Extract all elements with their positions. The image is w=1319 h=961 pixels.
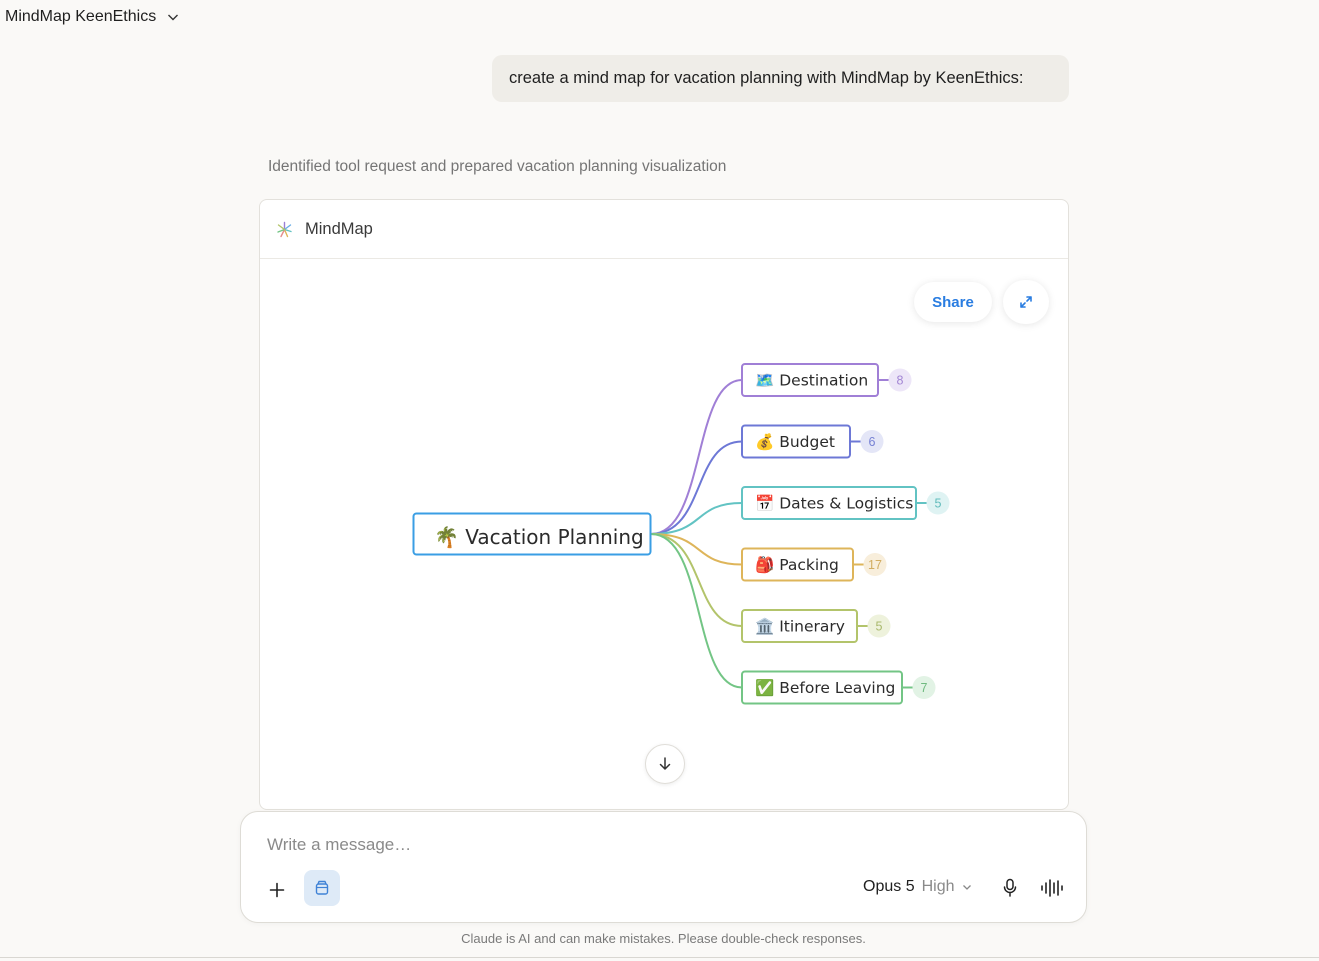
- child-count-badge[interactable]: 8: [888, 368, 912, 392]
- project-title-dropdown[interactable]: MindMap KeenEthics: [5, 8, 180, 26]
- child-count: 17: [868, 558, 882, 572]
- user-message: create a mind map for vacation planning …: [492, 55, 1069, 102]
- branch-label: 💰 Budget: [755, 432, 835, 451]
- child-count: 7: [921, 681, 928, 695]
- child-count-badge[interactable]: 6: [860, 430, 884, 453]
- branch-label: ✅ Before Leaving: [755, 678, 895, 697]
- microphone-icon: [1003, 878, 1017, 897]
- child-count-badge[interactable]: 5: [926, 491, 950, 515]
- child-count: 6: [869, 435, 876, 449]
- arrow-down-icon: [659, 757, 671, 770]
- mindmap-logo-icon: [277, 221, 292, 237]
- widget-title: MindMap: [305, 219, 373, 238]
- chevron-down-icon: [168, 14, 179, 21]
- branch-node[interactable]: ✅ Before Leaving 7: [741, 670, 936, 705]
- user-message-text: create a mind map for vacation planning …: [509, 69, 1024, 87]
- branch-node[interactable]: 🎒 Packing 17: [741, 547, 887, 582]
- microphone-button[interactable]: [999, 876, 1021, 900]
- child-count-badge[interactable]: 17: [863, 553, 887, 576]
- model-selector[interactable]: Opus 5 High: [863, 878, 972, 896]
- branch-node[interactable]: 📅 Dates & Logistics 5: [741, 486, 950, 520]
- widget-header: MindMap: [260, 200, 1068, 259]
- disclaimer: Claude is AI and can make mistakes. Plea…: [461, 931, 866, 946]
- tools-button[interactable]: [304, 870, 340, 906]
- branch-node[interactable]: 🗺️ Destination 8: [741, 363, 912, 397]
- branch-label: 🎒 Packing: [755, 555, 839, 574]
- branch-edge: [650, 379, 743, 535]
- plus-icon: [269, 882, 285, 898]
- child-count: 5: [935, 497, 942, 511]
- model-name: Opus 5: [863, 878, 915, 895]
- child-count-badge[interactable]: 5: [867, 614, 891, 638]
- branch-label: 🏛️ Itinerary: [755, 617, 845, 636]
- root-node[interactable]: 🌴 Vacation Planning: [412, 512, 652, 556]
- mindmap-canvas[interactable]: 🌴 Vacation Planning 🗺️ Destination 8 💰 Budg…: [260, 259, 1068, 809]
- message-input[interactable]: [265, 834, 1049, 856]
- add-attachment-button[interactable]: [263, 876, 291, 904]
- branch-node[interactable]: 💰 Budget 6: [741, 424, 884, 459]
- branch-label: 📅 Dates & Logistics: [755, 494, 913, 513]
- mindmap-nodes: 🌴 Vacation Planning 🗺️ Destination 8 💰 Budg…: [412, 363, 950, 705]
- child-count: 8: [897, 374, 904, 388]
- thinking-summary[interactable]: Identified tool request and prepared vac…: [268, 158, 726, 176]
- branch-node[interactable]: 🏛️ Itinerary 5: [741, 609, 891, 643]
- voice-mode-button[interactable]: [1039, 876, 1065, 900]
- message-composer: Opus 5 High: [240, 811, 1087, 923]
- project-title: MindMap KeenEthics: [5, 8, 157, 25]
- child-count-badge[interactable]: 7: [912, 676, 936, 699]
- mindmap-edges: [650, 379, 743, 689]
- mindmap-widget: MindMap Share 🌴 Vacation Planning 🗺️ Dest…: [259, 199, 1069, 810]
- branch-edge: [650, 533, 743, 689]
- model-effort: High: [921, 878, 955, 895]
- branch-label: 🗺️ Destination: [755, 372, 868, 390]
- scroll-down-button[interactable]: [645, 744, 685, 784]
- waveform-icon: [1041, 879, 1063, 897]
- chevron-down-icon: [962, 885, 971, 890]
- divider: [0, 957, 1319, 958]
- child-count: 5: [876, 620, 883, 634]
- root-node-label: 🌴 Vacation Planning: [434, 525, 644, 549]
- tools-icon: [315, 880, 329, 895]
- page: MindMap KeenEthics create a mind map for…: [0, 0, 1319, 961]
